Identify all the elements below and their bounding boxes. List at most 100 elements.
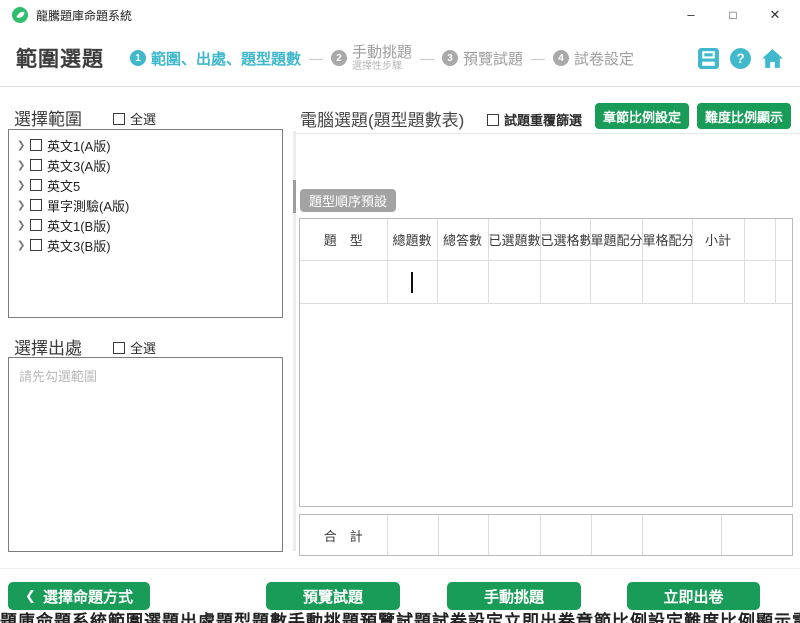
duplicate-filter[interactable]: 試題重覆篩選 bbox=[487, 110, 582, 129]
col-subtotal: 小計 bbox=[692, 219, 744, 261]
step-2-sublabel: 選擇性步驟 bbox=[352, 61, 412, 73]
chevron-right-icon[interactable]: ❯ bbox=[17, 200, 30, 211]
tree-item-book-5[interactable]: ❯ 英文1(B版) bbox=[9, 215, 282, 235]
step-3-preview[interactable]: 3 預覽試題 bbox=[442, 48, 523, 69]
minimize-button[interactable]: – bbox=[670, 0, 712, 30]
chevron-right-icon[interactable]: ❯ bbox=[17, 140, 30, 151]
tree-item-label: 英文5 bbox=[47, 176, 80, 195]
totals-row: 合 計 bbox=[300, 515, 792, 555]
source-select-all[interactable]: 全選 bbox=[113, 338, 156, 357]
range-select-all-label: 全選 bbox=[130, 109, 156, 128]
wizard-steps: 1 範圍、出處、題型題數 — 2 手動挑題 選擇性步驟 — 3 預覽試題 — 4… bbox=[130, 44, 634, 73]
book-checkbox[interactable] bbox=[30, 199, 42, 211]
text-cursor bbox=[411, 272, 413, 293]
cell-subtotal[interactable] bbox=[692, 261, 744, 304]
chevron-right-icon[interactable]: ❯ bbox=[17, 220, 30, 231]
type-order-preset-button[interactable]: 題型順序預設 bbox=[300, 189, 396, 212]
source-section-title: 選擇出處 bbox=[14, 334, 82, 359]
book-checkbox[interactable] bbox=[30, 239, 42, 251]
question-type-table: 題 型 總題數 總答數 已選題數 已選格數 單題配分 單格配分 小計 bbox=[299, 218, 793, 507]
tree-item-label: 英文3(B版) bbox=[47, 236, 111, 255]
step-1-range[interactable]: 1 範圍、出處、題型題數 bbox=[130, 48, 301, 69]
difficulty-ratio-button[interactable]: 難度比例顯示 bbox=[697, 103, 791, 129]
svg-text:?: ? bbox=[736, 51, 744, 66]
range-select-all[interactable]: 全選 bbox=[113, 109, 156, 128]
cell-total-questions[interactable] bbox=[387, 261, 437, 304]
step-4-settings[interactable]: 4 試卷設定 bbox=[553, 48, 634, 69]
step-1-number: 1 bbox=[130, 50, 146, 66]
chevron-right-icon[interactable]: ❯ bbox=[17, 160, 30, 171]
tree-item-label: 英文3(A版) bbox=[47, 156, 111, 175]
clipped-bottom-text: 題庫命題系統範圍選題出處題型題數手動挑題預覽試題試卷設定立即出卷章節比例設定難度… bbox=[0, 612, 800, 623]
close-button[interactable]: ✕ bbox=[754, 0, 796, 30]
chevron-left-icon: ❮ bbox=[25, 588, 36, 604]
page-header: 範圍選題 1 範圍、出處、題型題數 — 2 手動挑題 選擇性步驟 — 3 預覽試… bbox=[0, 30, 800, 86]
col-question-type: 題 型 bbox=[300, 219, 387, 261]
step-3-label: 預覽試題 bbox=[463, 48, 523, 69]
titlebar: 龍騰題庫命題系統 – □ ✕ bbox=[0, 0, 800, 30]
cell-question-type[interactable] bbox=[300, 261, 387, 304]
table-header-row: 題 型 總題數 總答數 已選題數 已選格數 單題配分 單格配分 小計 bbox=[300, 219, 792, 261]
source-list: 請先勾選範圍 bbox=[8, 357, 283, 552]
source-select-all-checkbox[interactable] bbox=[113, 342, 125, 354]
tree-item-book-4[interactable]: ❯ 單字測驗(A版) bbox=[9, 195, 282, 215]
chevron-right-icon[interactable]: ❯ bbox=[17, 180, 30, 191]
scrollbar-thumb[interactable] bbox=[293, 180, 296, 213]
source-placeholder: 請先勾選範圍 bbox=[9, 358, 282, 385]
tree-item-book-1[interactable]: ❯ 英文1(A版) bbox=[9, 135, 282, 155]
col-empty-2 bbox=[775, 219, 792, 261]
totals-table: 合 計 bbox=[299, 514, 793, 556]
window-controls: – □ ✕ bbox=[670, 0, 796, 30]
col-total-answers: 總答數 bbox=[437, 219, 488, 261]
choose-method-button[interactable]: ❮ 選擇命題方式 bbox=[8, 582, 150, 610]
step-1-label: 範圍、出處、題型題數 bbox=[151, 48, 301, 69]
cell-points-per-question[interactable] bbox=[590, 261, 642, 304]
cell-selected-blanks[interactable] bbox=[540, 261, 590, 304]
step-separator: — bbox=[420, 50, 434, 66]
table-row bbox=[300, 261, 792, 304]
step-2-label: 手動挑題 bbox=[352, 44, 412, 61]
duplicate-filter-checkbox[interactable] bbox=[487, 114, 499, 126]
cell-total-answers[interactable] bbox=[437, 261, 488, 304]
chapter-ratio-button[interactable]: 章節比例設定 bbox=[595, 103, 689, 129]
window-title: 龍騰題庫命題系統 bbox=[36, 7, 132, 24]
tree-item-label: 英文1(B版) bbox=[47, 216, 111, 235]
manual-pick-button[interactable]: 手動挑題 bbox=[447, 582, 581, 610]
app-logo-icon bbox=[12, 7, 28, 23]
bottom-divider bbox=[0, 568, 800, 569]
totals-label: 合 計 bbox=[300, 515, 387, 555]
page-title: 範圍選題 bbox=[16, 43, 104, 73]
step-4-label: 試卷設定 bbox=[574, 48, 634, 69]
totals-cell bbox=[642, 515, 721, 555]
tree-item-label: 單字測驗(A版) bbox=[47, 196, 129, 215]
help-icon[interactable]: ? bbox=[729, 47, 752, 70]
book-checkbox[interactable] bbox=[30, 159, 42, 171]
totals-cell bbox=[591, 515, 642, 555]
step-2-manual[interactable]: 2 手動挑題 選擇性步驟 bbox=[331, 44, 412, 73]
range-select-all-checkbox[interactable] bbox=[113, 113, 125, 125]
tree-item-book-2[interactable]: ❯ 英文3(A版) bbox=[9, 155, 282, 175]
cell-empty-1 bbox=[744, 261, 775, 304]
step-separator: — bbox=[531, 50, 545, 66]
tree-item-label: 英文1(A版) bbox=[47, 136, 111, 155]
source-select-all-label: 全選 bbox=[130, 338, 156, 357]
save-icon[interactable] bbox=[697, 47, 720, 70]
app-window: 龍騰題庫命題系統 – □ ✕ 範圍選題 1 範圍、出處、題型題數 — 2 手動挑… bbox=[0, 0, 800, 623]
col-empty-1 bbox=[744, 219, 775, 261]
book-checkbox[interactable] bbox=[30, 179, 42, 191]
book-checkbox[interactable] bbox=[30, 219, 42, 231]
totals-cell bbox=[438, 515, 488, 555]
step-4-number: 4 bbox=[553, 50, 569, 66]
home-icon[interactable] bbox=[761, 47, 784, 70]
cell-empty-2 bbox=[775, 261, 792, 304]
cell-selected-questions[interactable] bbox=[488, 261, 540, 304]
step-2-number: 2 bbox=[331, 50, 347, 66]
maximize-button[interactable]: □ bbox=[712, 0, 754, 30]
generate-exam-button[interactable]: 立即出卷 bbox=[627, 582, 760, 610]
preview-questions-button[interactable]: 預覽試題 bbox=[266, 582, 400, 610]
chevron-right-icon[interactable]: ❯ bbox=[17, 240, 30, 251]
tree-item-book-6[interactable]: ❯ 英文3(B版) bbox=[9, 235, 282, 255]
tree-item-book-3[interactable]: ❯ 英文5 bbox=[9, 175, 282, 195]
book-checkbox[interactable] bbox=[30, 139, 42, 151]
cell-points-per-blank[interactable] bbox=[642, 261, 692, 304]
